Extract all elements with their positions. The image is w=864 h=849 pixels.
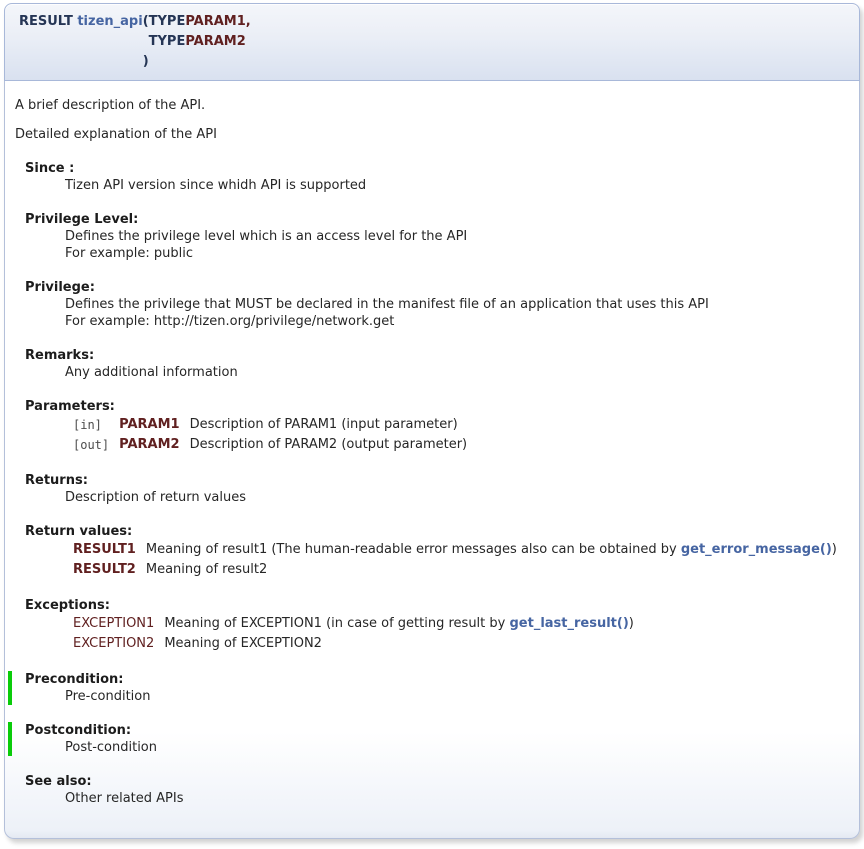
return-values-table: RESULT1 Meaning of result1 (The human-re… (73, 540, 847, 580)
signature-row-3: ) (19, 52, 251, 72)
privilege-level-line1: Defines the privilege level which is an … (65, 228, 849, 245)
exception-description: Meaning of EXCEPTION2 (164, 634, 644, 654)
privilege-line2: For example: http://tizen.org/privilege/… (65, 313, 849, 330)
detailed-description: Detailed explanation of the API (15, 127, 849, 143)
return-type: RESULT (19, 14, 73, 29)
api-doc-page: RESULT tizen_api ( TYPE PARAM1, TYPE PAR… (4, 3, 860, 849)
section-precondition: Precondition: Pre-condition (8, 671, 849, 705)
param-description: Description of PARAM1 (input parameter) (190, 415, 478, 435)
signature-param-type: TYPE (149, 32, 186, 52)
section-label-postcondition: Postcondition: (25, 722, 849, 739)
return-value-description: Meaning of result1 (The human-readable e… (146, 540, 847, 560)
param-name: PARAM1 (119, 415, 189, 435)
section-body-precondition: Pre-condition (65, 688, 849, 705)
brief-description: A brief description of the API. (15, 98, 849, 114)
table-row: RESULT2 Meaning of result2 (73, 560, 847, 580)
table-row: EXCEPTION1 Meaning of EXCEPTION1 (in cas… (73, 614, 644, 634)
function-signature: RESULT tizen_api ( TYPE PARAM1, TYPE PAR… (4, 3, 860, 81)
section-label-return-values: Return values: (25, 523, 849, 540)
table-row: [out] PARAM2 Description of PARAM2 (outp… (73, 435, 477, 455)
privilege-level-line2: For example: public (65, 245, 849, 262)
section-returns: Returns: Description of return values (15, 472, 849, 506)
section-label-parameters: Parameters: (25, 398, 849, 415)
parameters-table: [in] PARAM1 Description of PARAM1 (input… (73, 415, 477, 455)
section-see-also: See also: Other related APIs (15, 773, 849, 807)
section-privilege: Privilege: Defines the privilege that MU… (15, 279, 849, 330)
api-doc-memitem: RESULT tizen_api ( TYPE PARAM1, TYPE PAR… (4, 3, 860, 839)
section-label-remarks: Remarks: (25, 347, 849, 364)
signature-param-type: TYPE (149, 12, 186, 32)
table-row: [in] PARAM1 Description of PARAM1 (input… (73, 415, 477, 435)
section-label-see-also: See also: (25, 773, 849, 790)
section-remarks: Remarks: Any additional information (15, 347, 849, 381)
signature-param-name: PARAM2 (185, 32, 250, 52)
api-name-link[interactable]: tizen_api (77, 14, 142, 29)
section-label-privilege: Privilege: (25, 279, 849, 296)
exception-name: EXCEPTION1 (73, 614, 164, 634)
signature-row-2: TYPE PARAM2 (19, 32, 251, 52)
section-privilege-level: Privilege Level: Defines the privilege l… (15, 211, 849, 262)
section-label-exceptions: Exceptions: (25, 597, 849, 614)
section-body-remarks: Any additional information (65, 364, 849, 381)
exception-description: Meaning of EXCEPTION1 (in case of gettin… (164, 614, 644, 634)
section-label-since: Since : (25, 160, 849, 177)
section-label-privilege-level: Privilege Level: (25, 211, 849, 228)
param-direction: [in] (73, 415, 119, 435)
param-name: PARAM2 (119, 435, 189, 455)
param-direction: [out] (73, 435, 119, 455)
section-body-postcondition: Post-condition (65, 739, 849, 756)
section-label-precondition: Precondition: (25, 671, 849, 688)
return-value-name: RESULT2 (73, 560, 146, 580)
section-label-returns: Returns: (25, 472, 849, 489)
section-since: Since : Tizen API version since whidh AP… (15, 160, 849, 194)
section-return-values: Return values: RESULT1 Meaning of result… (15, 523, 849, 580)
get-error-message-link[interactable]: get_error_message() (681, 542, 832, 557)
section-exceptions: Exceptions: EXCEPTION1 Meaning of EXCEPT… (15, 597, 849, 654)
section-postcondition: Postcondition: Post-condition (8, 722, 849, 756)
api-doc-body: A brief description of the API. Detailed… (4, 81, 860, 839)
return-value-description: Meaning of result2 (146, 560, 847, 580)
signature-row-1: RESULT tizen_api ( TYPE PARAM1, (19, 12, 251, 32)
signature-param-name: PARAM1, (185, 12, 250, 32)
return-value-name: RESULT1 (73, 540, 146, 560)
close-paren: ) (143, 52, 149, 72)
param-description: Description of PARAM2 (output parameter) (190, 435, 478, 455)
open-paren: ( (143, 12, 149, 32)
section-body-returns: Description of return values (65, 489, 849, 506)
exception-name: EXCEPTION2 (73, 634, 164, 654)
table-row: EXCEPTION2 Meaning of EXCEPTION2 (73, 634, 644, 654)
section-parameters: Parameters: [in] PARAM1 Description of P… (15, 398, 849, 455)
section-body-see-also: Other related APIs (65, 790, 849, 807)
get-last-result-link[interactable]: get_last_result() (509, 616, 628, 631)
section-body-since: Tizen API version since whidh API is sup… (65, 177, 849, 194)
signature-table: RESULT tizen_api ( TYPE PARAM1, TYPE PAR… (19, 12, 251, 72)
exceptions-table: EXCEPTION1 Meaning of EXCEPTION1 (in cas… (73, 614, 644, 654)
table-row: RESULT1 Meaning of result1 (The human-re… (73, 540, 847, 560)
privilege-line1: Defines the privilege that MUST be decla… (65, 296, 849, 313)
